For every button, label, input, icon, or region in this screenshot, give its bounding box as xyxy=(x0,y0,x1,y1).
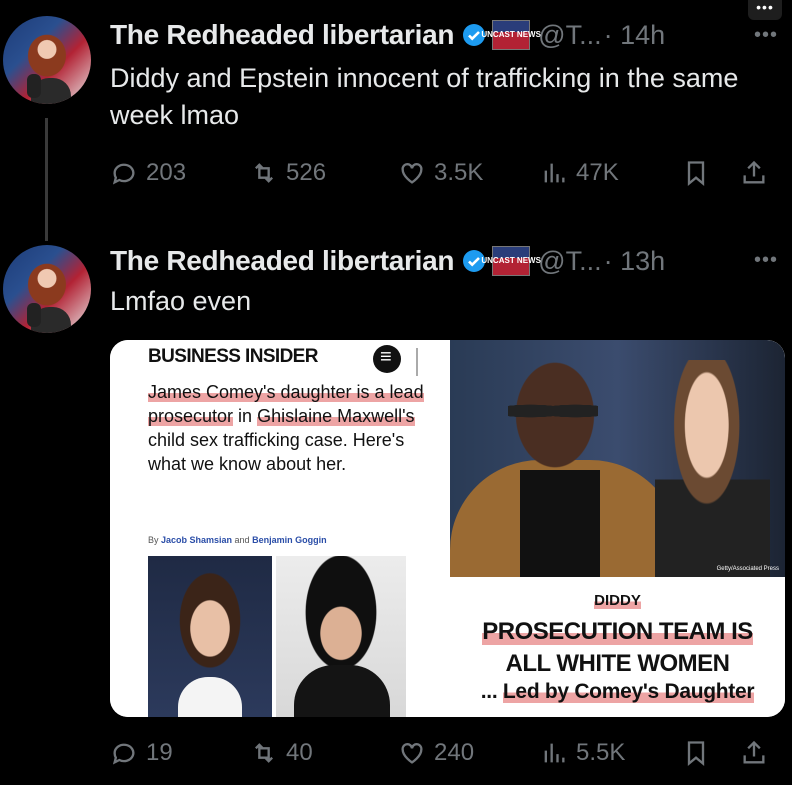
caption-line: ALL WHITE WOMEN xyxy=(505,650,730,677)
divider xyxy=(416,348,418,376)
caption-line: PROSECUTION TEAM IS xyxy=(482,618,753,645)
views-count: 5.5K xyxy=(576,739,626,766)
views-count: 47K xyxy=(576,159,619,186)
reply-button[interactable]: 19 xyxy=(110,739,173,767)
share-icon xyxy=(743,160,765,184)
share-button[interactable] xyxy=(740,739,776,767)
heart-icon xyxy=(401,163,423,184)
repost-count: 526 xyxy=(286,159,327,186)
tweet-media[interactable]: BUSINESS INSIDER James Comey's daughter … xyxy=(110,340,785,717)
courtroom-photo: Getty/Associated Press xyxy=(450,340,785,577)
tweet-text: Diddy and Epstein innocent of traffickin… xyxy=(110,63,739,130)
reply-icon xyxy=(112,163,135,185)
diddy-graphic[interactable]: Getty/Associated Press DIDDY PROSECUTION… xyxy=(450,340,785,717)
repost-button[interactable]: 40 xyxy=(250,739,313,767)
caption-line: ... Led by Comey's Daughter xyxy=(480,680,755,703)
share-button[interactable] xyxy=(740,159,776,187)
reply-count: 19 xyxy=(146,739,173,766)
tweet[interactable]: The Redheaded libertarian UNCAST NEWS @T… xyxy=(0,0,792,241)
headline-highlight: James Comey's daughter xyxy=(148,382,352,402)
bookmark-icon xyxy=(687,741,705,766)
article-byline: By Jacob Shamsian and Benjamin Goggin xyxy=(148,535,327,545)
author-name: Benjamin Goggin xyxy=(252,535,327,545)
action-bar: 203 526 3.5K 47K xyxy=(110,155,772,191)
action-bar: 19 40 240 5.5K xyxy=(110,735,772,771)
like-count: 3.5K xyxy=(434,159,484,186)
display-name[interactable]: The Redheaded libertarian xyxy=(110,245,454,277)
more-options-icon[interactable]: ••• xyxy=(754,24,778,47)
repost-icon xyxy=(255,743,273,763)
repost-button[interactable]: 526 xyxy=(250,159,326,187)
views-button[interactable]: 47K xyxy=(540,159,619,187)
like-button[interactable]: 240 xyxy=(398,739,474,767)
reply-count: 203 xyxy=(146,159,187,186)
bookmark-icon xyxy=(687,161,705,186)
timestamp[interactable]: · 14h xyxy=(604,20,666,51)
thread-line xyxy=(45,118,48,241)
publication-logo: BUSINESS INSIDER xyxy=(148,346,318,367)
graphic-caption: DIDDY PROSECUTION TEAM IS ALL WHITE WOME… xyxy=(450,580,785,717)
views-icon xyxy=(544,743,565,763)
article-headline: James Comey's daughter is a lead prosecu… xyxy=(148,380,438,476)
like-button[interactable]: 3.5K xyxy=(398,159,483,187)
maxwell-photo xyxy=(276,556,406,717)
views-icon xyxy=(544,163,565,183)
reply-icon xyxy=(112,743,135,765)
business-insider-screenshot[interactable]: BUSINESS INSIDER James Comey's daughter … xyxy=(110,340,443,717)
views-button[interactable]: 5.5K xyxy=(540,739,625,767)
tweet-header: The Redheaded libertarian UNCAST NEWS @T… xyxy=(110,15,665,55)
handle[interactable]: @T... xyxy=(538,20,601,51)
more-options-icon[interactable]: ••• xyxy=(754,249,778,272)
hamburger-menu-icon xyxy=(373,345,401,373)
handle[interactable]: @T... xyxy=(538,246,601,277)
author-name: Jacob Shamsian xyxy=(161,535,233,545)
tweet-header: The Redheaded libertarian UNCAST NEWS @T… xyxy=(110,241,665,281)
repost-icon xyxy=(255,163,273,183)
avatar[interactable] xyxy=(3,16,91,104)
tweet-text: Lmfao even xyxy=(110,286,252,316)
prosecutor-photo xyxy=(148,556,272,717)
headline-highlight: Ghislaine Maxwell's xyxy=(257,406,415,426)
timestamp[interactable]: · 13h xyxy=(604,246,666,277)
repost-count: 40 xyxy=(286,739,313,766)
affiliation-badge[interactable]: UNCAST NEWS xyxy=(481,246,541,276)
reply-button[interactable]: 203 xyxy=(110,159,186,187)
affiliation-badge[interactable]: UNCAST NEWS xyxy=(481,20,541,50)
photo-credit: Getty/Associated Press xyxy=(716,566,779,572)
headline-text: in xyxy=(233,406,258,426)
display-name[interactable]: The Redheaded libertarian xyxy=(110,19,454,51)
share-icon xyxy=(743,740,765,764)
like-count: 240 xyxy=(434,739,475,766)
headline-text: child sex trafficking case. Here's what … xyxy=(148,430,405,474)
bookmark-button[interactable] xyxy=(682,739,718,767)
heart-icon xyxy=(401,743,423,764)
avatar[interactable] xyxy=(3,245,91,333)
bookmark-button[interactable] xyxy=(682,159,718,187)
caption-line: DIDDY xyxy=(594,592,641,609)
